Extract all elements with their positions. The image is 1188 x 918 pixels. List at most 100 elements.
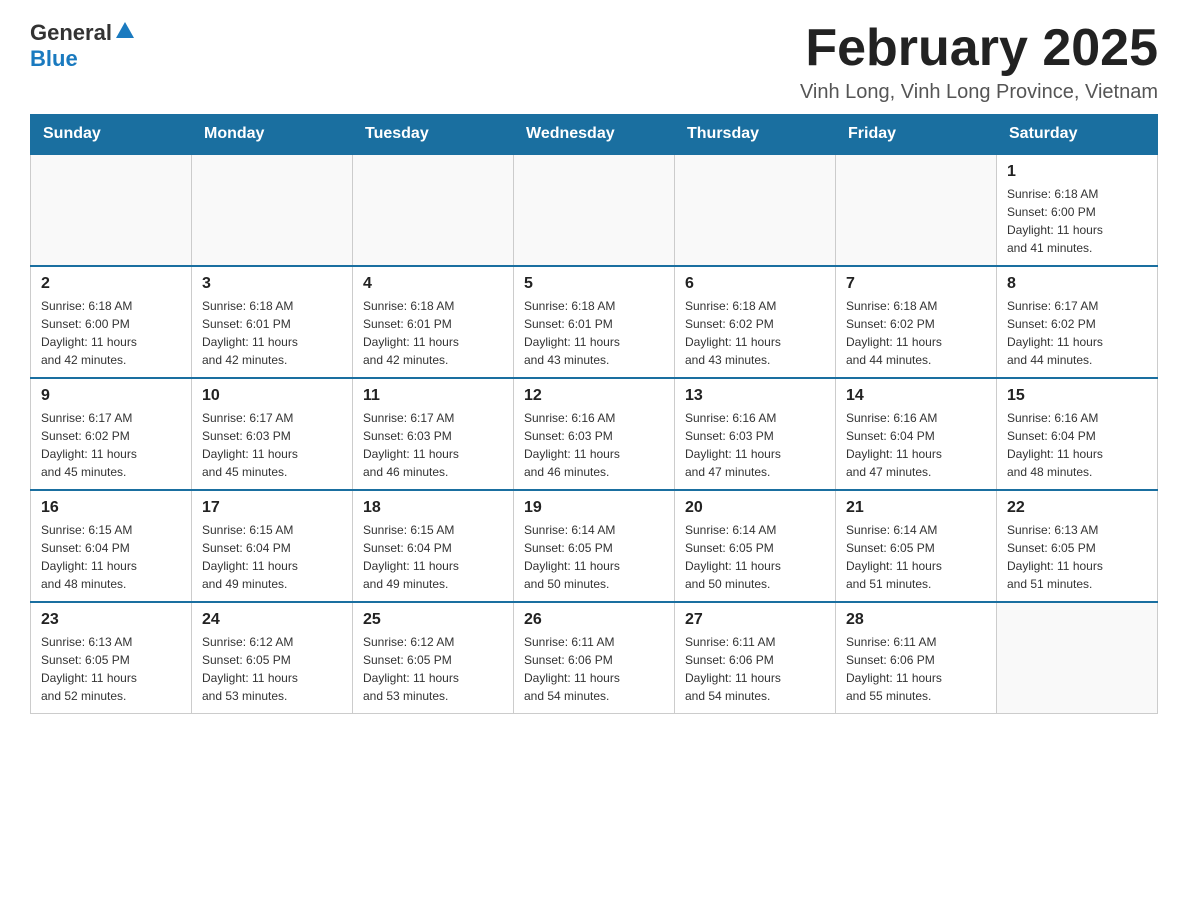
page-header: General Blue February 2025 Vinh Long, Vi… — [30, 20, 1158, 104]
day-number: 19 — [524, 499, 664, 517]
day-info: Sunrise: 6:15 AMSunset: 6:04 PMDaylight:… — [202, 521, 342, 593]
logo-triangle-icon — [114, 20, 136, 42]
weekday-header-row: SundayMondayTuesdayWednesdayThursdayFrid… — [31, 115, 1158, 155]
day-number: 10 — [202, 387, 342, 405]
day-info: Sunrise: 6:12 AMSunset: 6:05 PMDaylight:… — [202, 633, 342, 705]
day-info: Sunrise: 6:18 AMSunset: 6:02 PMDaylight:… — [685, 297, 825, 369]
day-number: 21 — [846, 499, 986, 517]
day-number: 28 — [846, 611, 986, 629]
day-number: 13 — [685, 387, 825, 405]
day-number: 25 — [363, 611, 503, 629]
day-number: 23 — [41, 611, 181, 629]
weekday-header-thursday: Thursday — [675, 115, 836, 155]
calendar-cell: 24 Sunrise: 6:12 AMSunset: 6:05 PMDayligh… — [192, 602, 353, 714]
calendar-week-5: 23 Sunrise: 6:13 AMSunset: 6:05 PMDayligh… — [31, 602, 1158, 714]
calendar-table: SundayMondayTuesdayWednesdayThursdayFrid… — [30, 114, 1158, 714]
calendar-cell: 28 Sunrise: 6:11 AMSunset: 6:06 PMDayligh… — [836, 602, 997, 714]
calendar-cell: 1 Sunrise: 6:18 AMSunset: 6:00 PMDaylight… — [997, 154, 1158, 266]
calendar-subtitle: Vinh Long, Vinh Long Province, Vietnam — [800, 81, 1158, 104]
day-info: Sunrise: 6:18 AMSunset: 6:00 PMDaylight:… — [1007, 185, 1147, 257]
calendar-cell: 4Sunrise: 6:18 AMSunset: 6:01 PMDaylight… — [353, 266, 514, 378]
calendar-cell: 16 Sunrise: 6:15 AMSunset: 6:04 PMDayligh… — [31, 490, 192, 602]
day-number: 6 — [685, 275, 825, 293]
calendar-cell: 22Sunrise: 6:13 AMSunset: 6:05 PMDayligh… — [997, 490, 1158, 602]
day-number: 4 — [363, 275, 503, 293]
day-info: Sunrise: 6:17 AMSunset: 6:03 PMDaylight:… — [202, 409, 342, 481]
calendar-cell: 27Sunrise: 6:11 AMSunset: 6:06 PMDayligh… — [675, 602, 836, 714]
day-number: 2 — [41, 275, 181, 293]
calendar-cell — [997, 602, 1158, 714]
calendar-cell: 18Sunrise: 6:15 AMSunset: 6:04 PMDayligh… — [353, 490, 514, 602]
day-info: Sunrise: 6:16 AMSunset: 6:03 PMDaylight:… — [524, 409, 664, 481]
calendar-title: February 2025 — [800, 20, 1158, 77]
day-number: 3 — [202, 275, 342, 293]
day-info: Sunrise: 6:15 AMSunset: 6:04 PMDaylight:… — [41, 521, 181, 593]
calendar-cell: 12Sunrise: 6:16 AMSunset: 6:03 PMDayligh… — [514, 378, 675, 490]
weekday-header-monday: Monday — [192, 115, 353, 155]
weekday-header-saturday: Saturday — [997, 115, 1158, 155]
day-info: Sunrise: 6:16 AMSunset: 6:04 PMDaylight:… — [846, 409, 986, 481]
day-number: 27 — [685, 611, 825, 629]
calendar-cell: 2 Sunrise: 6:18 AMSunset: 6:00 PMDaylight… — [31, 266, 192, 378]
calendar-cell: 5 Sunrise: 6:18 AMSunset: 6:01 PMDaylight… — [514, 266, 675, 378]
calendar-cell: 13Sunrise: 6:16 AMSunset: 6:03 PMDayligh… — [675, 378, 836, 490]
day-info: Sunrise: 6:11 AMSunset: 6:06 PMDaylight:… — [846, 633, 986, 705]
day-number: 5 — [524, 275, 664, 293]
day-number: 22 — [1007, 499, 1147, 517]
calendar-cell: 10 Sunrise: 6:17 AMSunset: 6:03 PMDayligh… — [192, 378, 353, 490]
calendar-cell: 6 Sunrise: 6:18 AMSunset: 6:02 PMDaylight… — [675, 266, 836, 378]
day-number: 24 — [202, 611, 342, 629]
day-number: 20 — [685, 499, 825, 517]
calendar-cell: 17 Sunrise: 6:15 AMSunset: 6:04 PMDayligh… — [192, 490, 353, 602]
weekday-header-friday: Friday — [836, 115, 997, 155]
day-number: 1 — [1007, 163, 1147, 181]
day-number: 17 — [202, 499, 342, 517]
day-number: 26 — [524, 611, 664, 629]
logo-blue-label: Blue — [30, 46, 78, 71]
day-info: Sunrise: 6:14 AMSunset: 6:05 PMDaylight:… — [846, 521, 986, 593]
calendar-cell: 20 Sunrise: 6:14 AMSunset: 6:05 PMDayligh… — [675, 490, 836, 602]
calendar-cell: 15 Sunrise: 6:16 AMSunset: 6:04 PMDayligh… — [997, 378, 1158, 490]
day-info: Sunrise: 6:18 AMSunset: 6:02 PMDaylight:… — [846, 297, 986, 369]
logo-blue-text: Blue — [30, 46, 136, 72]
day-number: 8 — [1007, 275, 1147, 293]
calendar-week-1: 1 Sunrise: 6:18 AMSunset: 6:00 PMDaylight… — [31, 154, 1158, 266]
weekday-header-wednesday: Wednesday — [514, 115, 675, 155]
calendar-cell — [192, 154, 353, 266]
calendar-week-4: 16 Sunrise: 6:15 AMSunset: 6:04 PMDayligh… — [31, 490, 1158, 602]
calendar-week-3: 9 Sunrise: 6:17 AMSunset: 6:02 PMDaylight… — [31, 378, 1158, 490]
logo-general-text: General — [30, 20, 112, 46]
calendar-cell — [31, 154, 192, 266]
weekday-header-tuesday: Tuesday — [353, 115, 514, 155]
day-info: Sunrise: 6:12 AMSunset: 6:05 PMDaylight:… — [363, 633, 503, 705]
day-number: 9 — [41, 387, 181, 405]
day-number: 7 — [846, 275, 986, 293]
calendar-cell: 7 Sunrise: 6:18 AMSunset: 6:02 PMDaylight… — [836, 266, 997, 378]
day-info: Sunrise: 6:11 AMSunset: 6:06 PMDaylight:… — [524, 633, 664, 705]
calendar-cell: 21 Sunrise: 6:14 AMSunset: 6:05 PMDayligh… — [836, 490, 997, 602]
calendar-cell: 26 Sunrise: 6:11 AMSunset: 6:06 PMDayligh… — [514, 602, 675, 714]
day-info: Sunrise: 6:16 AMSunset: 6:04 PMDaylight:… — [1007, 409, 1147, 481]
calendar-cell — [675, 154, 836, 266]
day-info: Sunrise: 6:13 AMSunset: 6:05 PMDaylight:… — [41, 633, 181, 705]
calendar-cell: 23 Sunrise: 6:13 AMSunset: 6:05 PMDayligh… — [31, 602, 192, 714]
weekday-header-sunday: Sunday — [31, 115, 192, 155]
logo: General Blue — [30, 20, 136, 72]
day-number: 16 — [41, 499, 181, 517]
day-info: Sunrise: 6:17 AMSunset: 6:02 PMDaylight:… — [1007, 297, 1147, 369]
day-info: Sunrise: 6:18 AMSunset: 6:01 PMDaylight:… — [524, 297, 664, 369]
calendar-cell — [353, 154, 514, 266]
day-info: Sunrise: 6:17 AMSunset: 6:02 PMDaylight:… — [41, 409, 181, 481]
day-info: Sunrise: 6:14 AMSunset: 6:05 PMDaylight:… — [524, 521, 664, 593]
day-info: Sunrise: 6:14 AMSunset: 6:05 PMDaylight:… — [685, 521, 825, 593]
day-info: Sunrise: 6:18 AMSunset: 6:00 PMDaylight:… — [41, 297, 181, 369]
day-info: Sunrise: 6:18 AMSunset: 6:01 PMDaylight:… — [202, 297, 342, 369]
day-number: 15 — [1007, 387, 1147, 405]
calendar-header: SundayMondayTuesdayWednesdayThursdayFrid… — [31, 115, 1158, 155]
calendar-body: 1 Sunrise: 6:18 AMSunset: 6:00 PMDaylight… — [31, 154, 1158, 714]
day-info: Sunrise: 6:17 AMSunset: 6:03 PMDaylight:… — [363, 409, 503, 481]
calendar-cell — [836, 154, 997, 266]
logo-word: General — [30, 20, 136, 46]
calendar-cell — [514, 154, 675, 266]
day-number: 18 — [363, 499, 503, 517]
